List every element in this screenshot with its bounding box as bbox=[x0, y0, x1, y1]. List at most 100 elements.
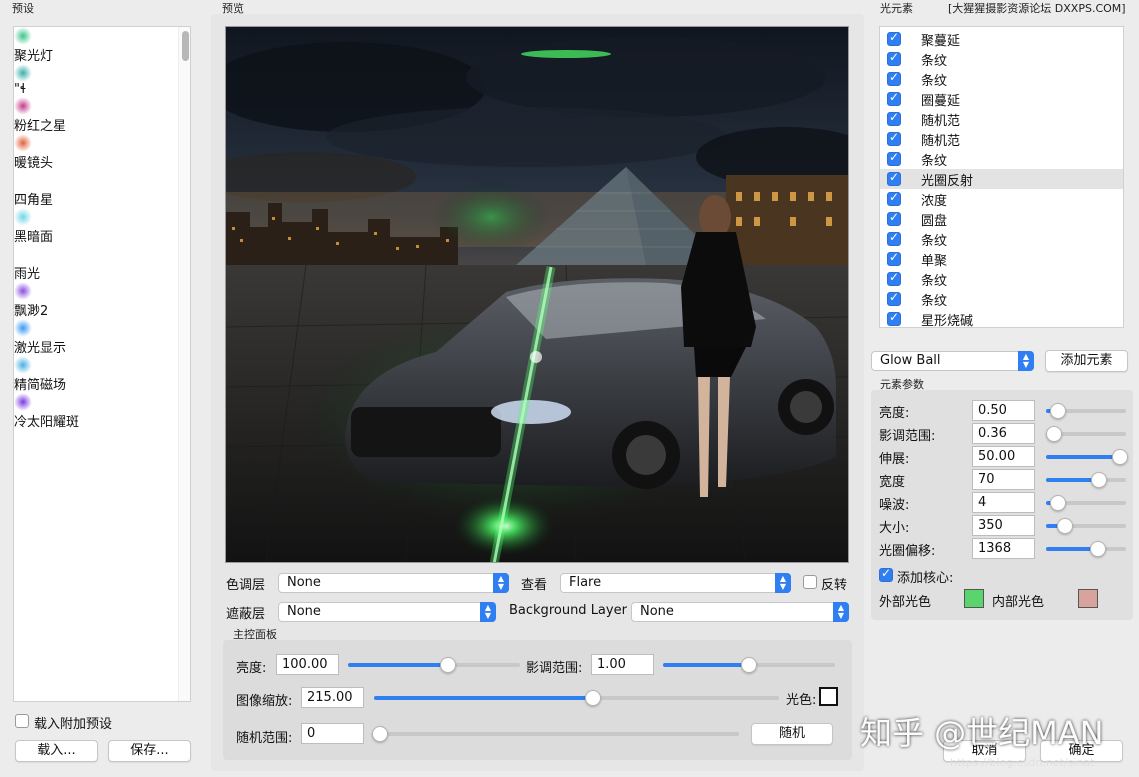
master-brightness-slider[interactable] bbox=[348, 657, 520, 673]
mask-layer-select[interactable]: None ▲ ▼ bbox=[278, 602, 496, 622]
view-select[interactable]: Flare ▲ ▼ bbox=[560, 573, 791, 593]
param-slider[interactable] bbox=[1046, 449, 1128, 465]
invert-checkbox[interactable] bbox=[803, 575, 817, 589]
preset-scrollbar-track[interactable] bbox=[178, 27, 190, 701]
preset-label[interactable]: 粉红之星 bbox=[14, 115, 190, 134]
preset-label[interactable]: 飘渺2 bbox=[14, 300, 190, 319]
add-element-button[interactable]: 添加元素 bbox=[1045, 350, 1128, 372]
light-element-checkbox[interactable] bbox=[887, 150, 901, 166]
save-button[interactable]: 保存... bbox=[108, 740, 191, 762]
param-slider[interactable] bbox=[1046, 541, 1126, 557]
preset-thumbnail[interactable] bbox=[14, 134, 190, 152]
preset-thumbnail[interactable] bbox=[14, 97, 190, 115]
master-shadow-range-field[interactable]: 1.00 bbox=[591, 654, 654, 675]
element-type-select[interactable]: Glow Ball ▲ ▼ bbox=[871, 351, 1034, 371]
tone-layer-select[interactable]: None ▲ ▼ bbox=[278, 573, 509, 593]
param-slider[interactable] bbox=[1046, 495, 1126, 511]
preset-scrollbar-thumb[interactable] bbox=[182, 31, 189, 61]
image-scale-field[interactable]: 215.00 bbox=[301, 687, 364, 708]
load-extra-presets-checkbox[interactable] bbox=[15, 714, 29, 728]
preset-thumbnail[interactable] bbox=[14, 282, 190, 300]
preset-label[interactable]: 黑暗面 bbox=[14, 226, 190, 245]
slider-knob[interactable] bbox=[1046, 426, 1062, 442]
light-element-checkbox[interactable] bbox=[887, 230, 901, 246]
preset-label[interactable]: 聚光灯 bbox=[14, 45, 190, 64]
light-element-row[interactable]: 聚蔓延 bbox=[880, 29, 1123, 49]
master-shadow-range-slider[interactable] bbox=[663, 657, 835, 673]
preset-label[interactable]: 激光显示 bbox=[14, 337, 190, 356]
param-field[interactable]: 0.50 bbox=[972, 400, 1035, 421]
light-element-checkbox[interactable] bbox=[887, 210, 901, 226]
light-element-row[interactable]: 随机范 bbox=[880, 109, 1123, 129]
light-element-checkbox[interactable] bbox=[887, 70, 901, 86]
light-element-checkbox[interactable] bbox=[887, 170, 901, 186]
outer-color-swatch[interactable] bbox=[964, 589, 984, 608]
light-element-row[interactable]: 圈蔓延 bbox=[880, 89, 1123, 109]
add-core-checkbox[interactable] bbox=[879, 566, 893, 582]
light-element-row[interactable]: 条纹 bbox=[880, 149, 1123, 169]
light-element-checkbox[interactable] bbox=[887, 190, 901, 206]
light-element-checkbox[interactable] bbox=[887, 50, 901, 66]
param-field[interactable]: 0.36 bbox=[972, 423, 1035, 444]
preset-label[interactable]: 暖镜头 bbox=[14, 152, 190, 171]
preset-label[interactable]: 雨光 bbox=[14, 263, 190, 282]
light-element-checkbox[interactable] bbox=[887, 270, 901, 286]
light-element-checkbox[interactable] bbox=[887, 90, 901, 106]
param-slider[interactable] bbox=[1046, 518, 1126, 534]
param-field[interactable]: 70 bbox=[972, 469, 1035, 490]
random-range-field[interactable]: 0 bbox=[301, 723, 364, 744]
param-slider[interactable] bbox=[1046, 426, 1126, 442]
light-element-row[interactable]: 浓度 bbox=[880, 189, 1123, 209]
slider-knob[interactable] bbox=[1090, 541, 1106, 557]
slider-knob[interactable] bbox=[440, 657, 456, 673]
param-field[interactable]: 50.00 bbox=[972, 446, 1035, 467]
preset-label[interactable]: 精简磁场 bbox=[14, 374, 190, 393]
light-element-checkbox[interactable] bbox=[887, 130, 901, 146]
preset-thumbnail[interactable] bbox=[14, 319, 190, 337]
preview-canvas[interactable] bbox=[225, 26, 849, 563]
preset-thumbnail[interactable] bbox=[14, 171, 190, 189]
preset-label[interactable]: 四角星 bbox=[14, 189, 190, 208]
slider-knob[interactable] bbox=[1057, 518, 1073, 534]
light-element-row[interactable]: 条纹 bbox=[880, 69, 1123, 89]
light-element-row[interactable]: 条纹 bbox=[880, 269, 1123, 289]
param-field[interactable]: 1368 bbox=[972, 538, 1035, 559]
master-brightness-field[interactable]: 100.00 bbox=[276, 654, 339, 675]
light-element-checkbox[interactable] bbox=[887, 310, 901, 326]
preset-list[interactable]: 聚光灯 "ɬ 粉红之星 暖镜头 四角星 黑暗面 雨光 飘渺2 激光显示 精简磁场 冷太阳耀斑 bbox=[13, 26, 191, 702]
light-color-swatch[interactable] bbox=[819, 687, 838, 706]
preset-thumbnail[interactable] bbox=[14, 208, 190, 226]
slider-knob[interactable] bbox=[1091, 472, 1107, 488]
light-element-checkbox[interactable] bbox=[887, 250, 901, 266]
slider-knob[interactable] bbox=[1050, 495, 1066, 511]
preset-thumbnail[interactable] bbox=[14, 64, 190, 82]
light-element-row[interactable]: 星形烧碱 bbox=[880, 309, 1123, 327]
preset-thumbnail[interactable] bbox=[14, 245, 190, 263]
light-element-row[interactable]: 条纹 bbox=[880, 229, 1123, 249]
random-range-slider[interactable] bbox=[372, 726, 739, 742]
param-field[interactable]: 4 bbox=[972, 492, 1035, 513]
light-element-row[interactable]: 光圈反射 bbox=[880, 169, 1123, 189]
preset-thumbnail[interactable] bbox=[14, 27, 190, 45]
slider-knob[interactable] bbox=[372, 726, 388, 742]
param-field[interactable]: 350 bbox=[972, 515, 1035, 536]
background-layer-select[interactable]: None ▲ ▼ bbox=[631, 602, 849, 622]
load-button[interactable]: 载入... bbox=[15, 740, 98, 762]
light-elements-list[interactable]: 聚蔓延条纹条纹圈蔓延随机范随机范条纹光圈反射浓度圆盘条纹单聚条纹条纹星形烧碱 bbox=[879, 26, 1124, 328]
light-element-row[interactable]: 随机范 bbox=[880, 129, 1123, 149]
light-element-row[interactable]: 圆盘 bbox=[880, 209, 1123, 229]
light-element-checkbox[interactable] bbox=[887, 290, 901, 306]
light-element-checkbox[interactable] bbox=[887, 110, 901, 126]
light-element-row[interactable]: 条纹 bbox=[880, 289, 1123, 309]
light-element-row[interactable]: 单聚 bbox=[880, 249, 1123, 269]
random-button[interactable]: 随机 bbox=[751, 723, 833, 745]
light-element-checkbox[interactable] bbox=[887, 30, 901, 46]
inner-color-swatch[interactable] bbox=[1078, 589, 1098, 608]
preset-label[interactable]: 冷太阳耀斑 bbox=[14, 411, 190, 430]
param-slider[interactable] bbox=[1046, 472, 1126, 488]
slider-knob[interactable] bbox=[741, 657, 757, 673]
preset-thumbnail[interactable] bbox=[14, 393, 190, 411]
slider-knob[interactable] bbox=[585, 690, 601, 706]
preset-thumbnail[interactable] bbox=[14, 356, 190, 374]
image-scale-slider[interactable] bbox=[374, 690, 779, 706]
